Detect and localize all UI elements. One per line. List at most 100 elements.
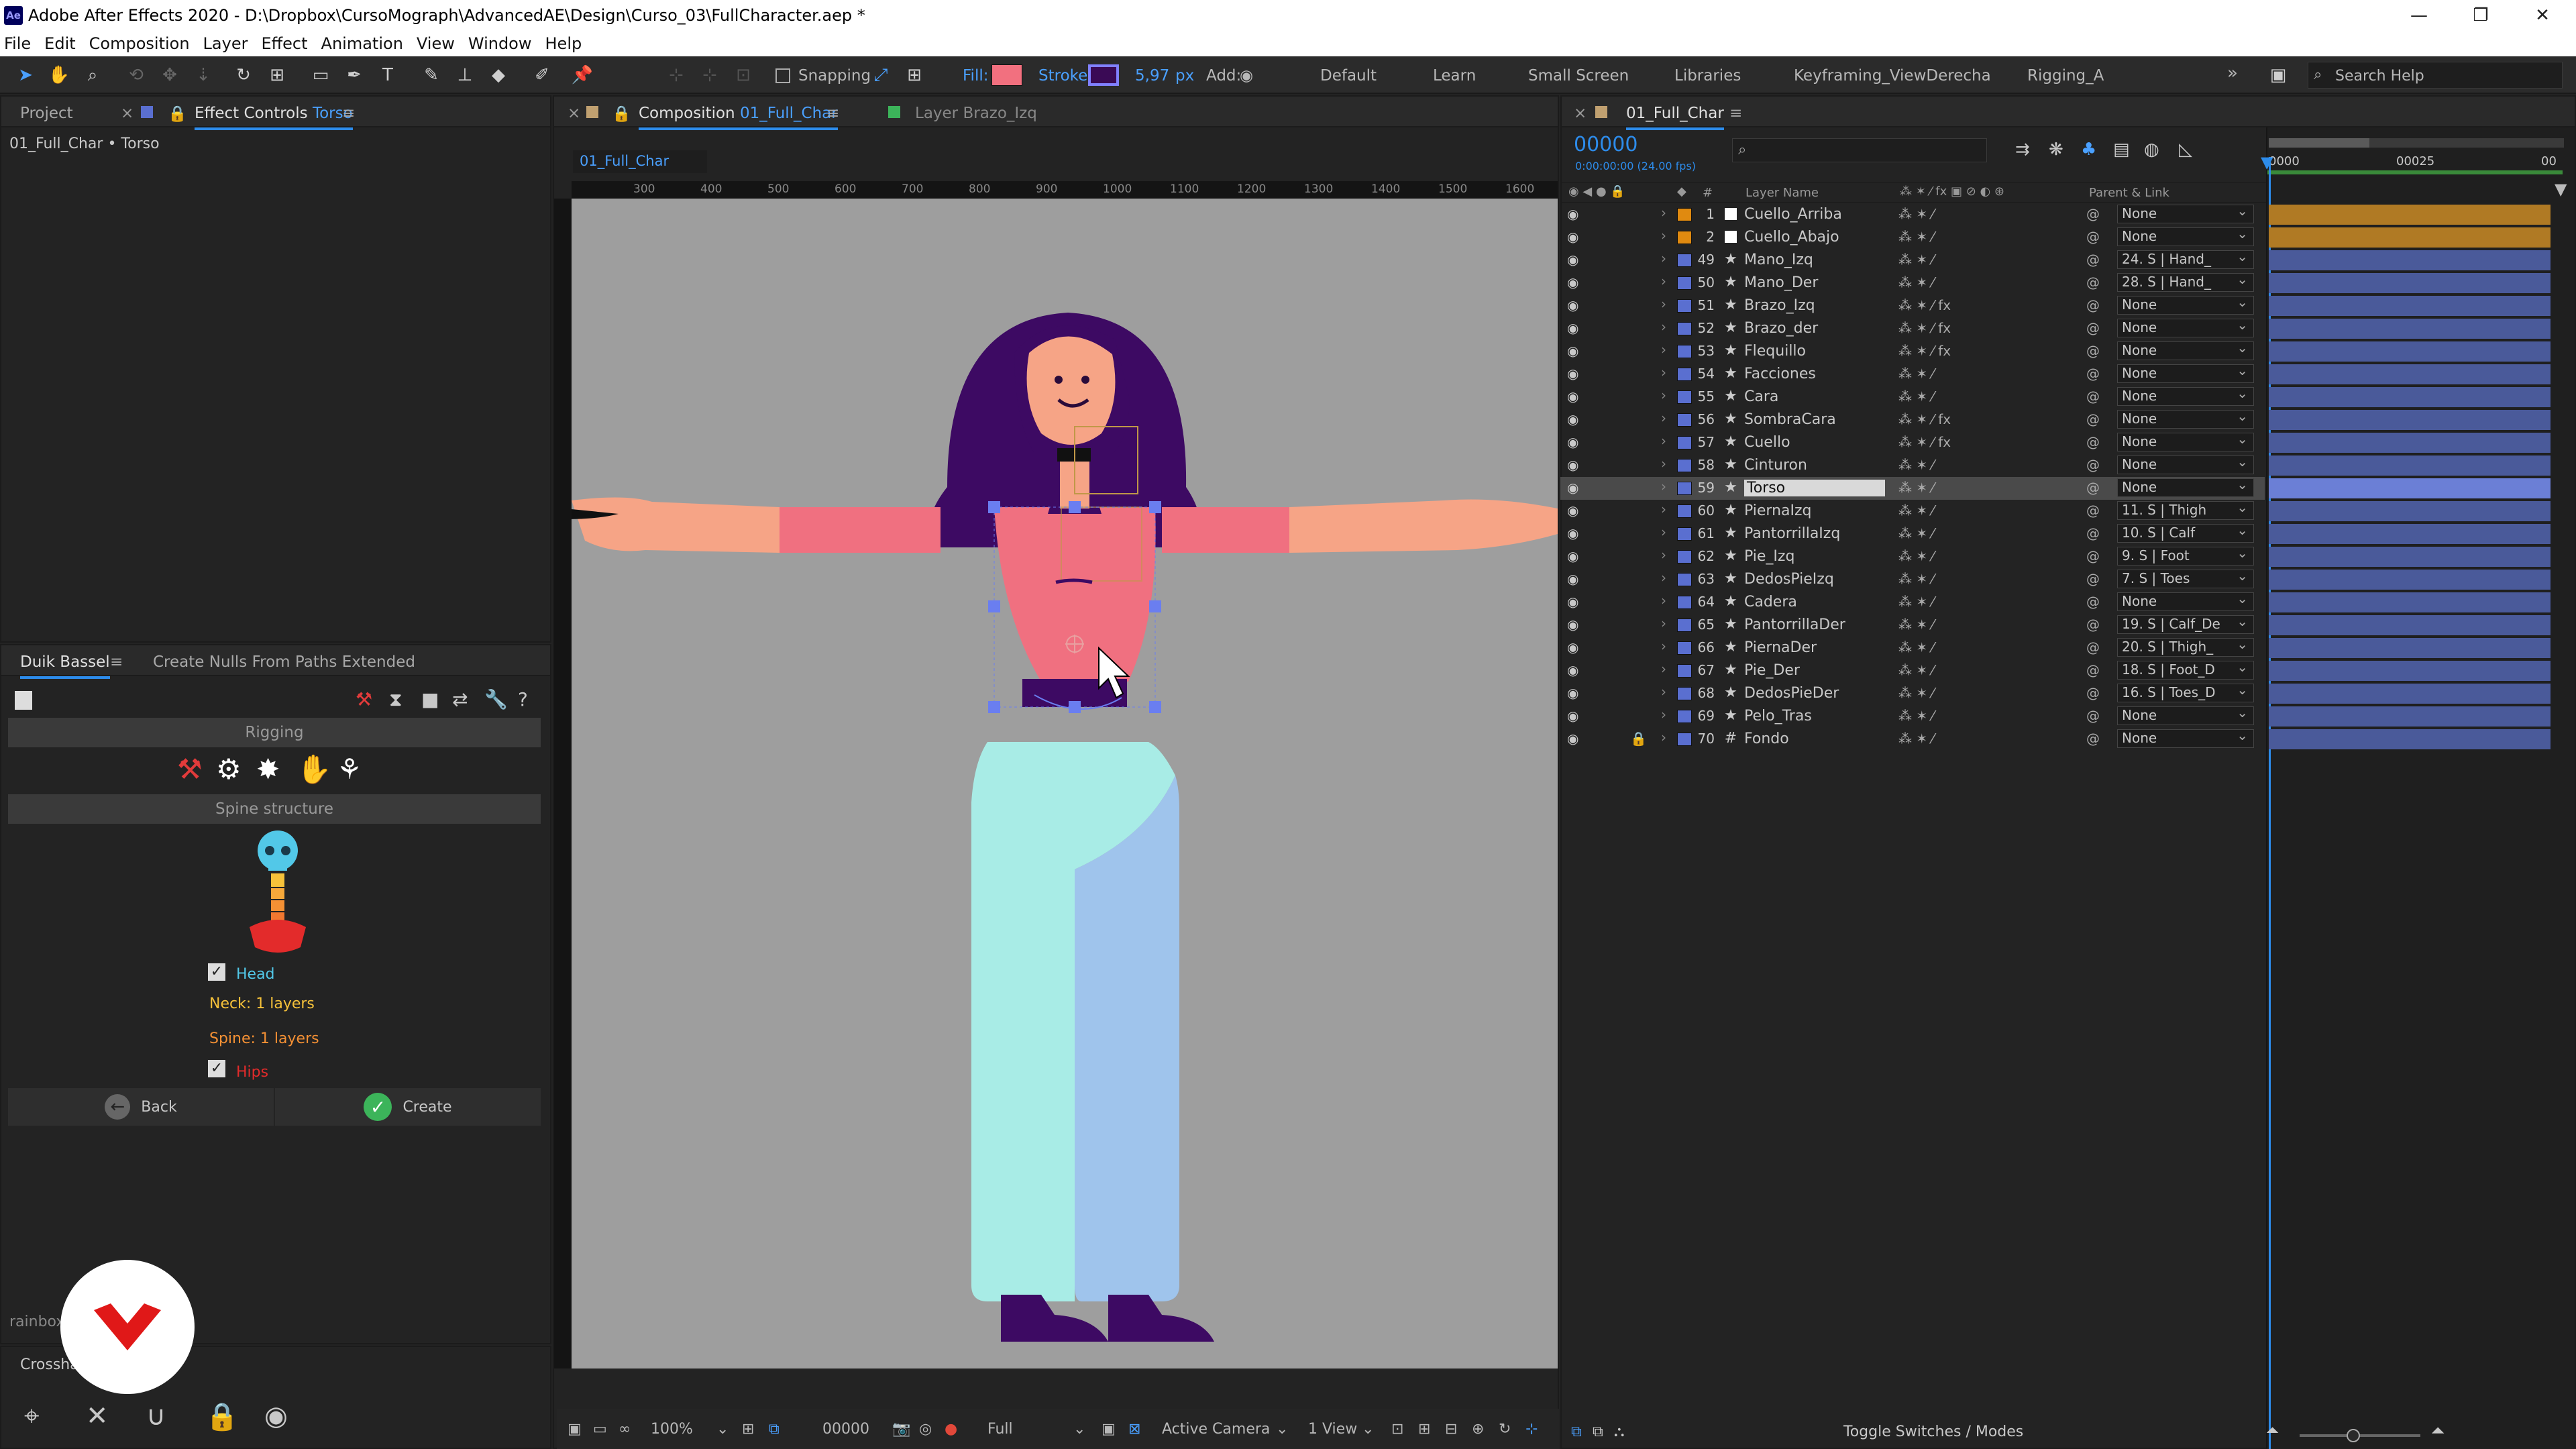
layer-name[interactable]: DedosPieDer xyxy=(1744,685,1885,702)
composition-mini-flowchart-icon[interactable]: ⇉ xyxy=(2015,140,2030,160)
layer-switches-icon[interactable]: ⁂ ✶ ⁄ xyxy=(1898,708,1934,724)
layer-switches-icon[interactable]: ⁂ ✶ ⁄ xyxy=(1898,229,1934,245)
exposure-icon[interactable]: ⊹ xyxy=(1525,1421,1538,1438)
menu-view[interactable]: View xyxy=(417,34,455,53)
tab-duik-bassel[interactable]: Duik Bassel xyxy=(20,653,110,679)
close-tab-icon[interactable]: × xyxy=(568,105,580,122)
constraint-icon[interactable]: ⧗ xyxy=(389,688,402,711)
timeline-layer-row[interactable]: ◉ › 55 ★ Cara ⁂ ✶ ⁄ @ None xyxy=(1560,386,2265,409)
parent-dropdown[interactable]: None xyxy=(2117,410,2254,429)
menu-animation[interactable]: Animation xyxy=(321,34,403,53)
rainbox-tab[interactable]: rainbox xyxy=(9,1313,64,1330)
layer-name[interactable]: PiernaIzq xyxy=(1744,502,1885,519)
show-snapshot-icon[interactable]: ◎ xyxy=(919,1421,932,1438)
stroke-width-value[interactable]: 5,97 xyxy=(1135,67,1169,85)
layer-duration-bar[interactable] xyxy=(2269,570,2551,590)
parent-dropdown[interactable]: None xyxy=(2117,205,2254,223)
layer-name[interactable]: PiernaDer xyxy=(1744,639,1885,656)
panel-menu-icon[interactable]: ≡ xyxy=(342,105,355,122)
layer-name[interactable]: Torso xyxy=(1744,480,1885,496)
zoom-slider-thumb[interactable] xyxy=(2347,1429,2360,1442)
layer-duration-bar[interactable] xyxy=(2269,638,2551,658)
pan-tool-icon[interactable]: ✥ xyxy=(158,63,182,87)
menu-help[interactable]: Help xyxy=(545,34,582,53)
zoom-tool-icon[interactable]: ⌕ xyxy=(80,63,105,87)
timeline-layer-row[interactable]: ◉ › 51 ★ Brazo_Izq ⁂ ✶ ⁄ fx @ None xyxy=(1560,294,2265,317)
swap-icon[interactable]: ⇄ xyxy=(452,688,468,710)
visibility-eye-icon[interactable]: ◉ xyxy=(1567,502,1578,519)
layer-duration-bar[interactable] xyxy=(2269,296,2551,316)
visibility-eye-icon[interactable]: ◉ xyxy=(1567,639,1578,655)
create-button[interactable]: ✓ Create xyxy=(275,1088,541,1126)
parent-pick-whip-icon[interactable]: @ xyxy=(2086,388,2100,405)
timeline-layer-row[interactable]: ◉ › 67 ★ Pie_Der ⁂ ✶ ⁄ @18. S | Foot_D xyxy=(1560,659,2265,682)
timeline-layer-row[interactable]: ◉ › 56 ★ SombraCara ⁂ ✶ ⁄ fx @ None xyxy=(1560,409,2265,431)
current-timecode[interactable]: 00000 xyxy=(822,1421,869,1438)
tab-timeline-comp[interactable]: 01_Full_Char xyxy=(1626,105,1724,130)
stroke-color-swatch[interactable] xyxy=(1088,64,1119,86)
pen-tool-icon[interactable]: ✒ xyxy=(342,63,366,87)
layer-duration-bar[interactable] xyxy=(2269,592,2551,612)
camera-icon[interactable]: ■ xyxy=(421,688,439,710)
layer-name[interactable]: Cadera xyxy=(1744,594,1885,610)
visibility-eye-icon[interactable]: ◉ xyxy=(1567,229,1578,245)
shy-layers-icon[interactable]: ♣ xyxy=(2081,140,2096,160)
layer-switches-icon[interactable]: ⁂ ✶ ⁄ fx xyxy=(1898,297,1951,313)
lock-icon[interactable]: 🔒 xyxy=(1630,731,1647,747)
visibility-eye-icon[interactable]: ◉ xyxy=(1567,616,1578,633)
layer-switches-icon[interactable]: ⁂ ✶ ⁄ xyxy=(1898,616,1934,633)
layer-switches-icon[interactable]: ⁂ ✶ ⁄ xyxy=(1898,685,1934,701)
layer-switches-icon[interactable]: ⁂ ✶ ⁄ xyxy=(1898,731,1934,747)
layer-duration-bar[interactable] xyxy=(2269,684,2551,704)
type-tool-icon[interactable]: T xyxy=(376,63,400,87)
visibility-eye-icon[interactable]: ◉ xyxy=(1567,366,1578,382)
layer-switches-icon[interactable]: ⁂ ✶ ⁄ xyxy=(1898,571,1934,587)
dolly-tool-icon[interactable]: ⇣ xyxy=(191,63,215,87)
layer-switches-icon[interactable]: ⁂ ✶ ⁄ xyxy=(1898,206,1934,222)
parent-pick-whip-icon[interactable]: @ xyxy=(2086,594,2100,610)
workspace-overflow-icon[interactable]: » xyxy=(2227,63,2238,83)
timeline-layer-row[interactable]: ◉ › 68 ★ DedosPieDer ⁂ ✶ ⁄ @16. S | Toes_D xyxy=(1560,682,2265,705)
in-out-pane-icon[interactable]: ⛬ xyxy=(1614,1424,1624,1440)
layer-name[interactable]: Cuello_Arriba xyxy=(1744,206,1885,223)
toggle-grid-icon[interactable]: ⊠ xyxy=(1128,1421,1140,1438)
parent-pick-whip-icon[interactable]: @ xyxy=(2086,297,2100,313)
help-icon[interactable]: ? xyxy=(518,688,528,710)
layer-switches-icon[interactable]: ⁂ ✶ ⁄ xyxy=(1898,525,1934,541)
layer-name[interactable]: Pelo_Tras xyxy=(1744,708,1885,724)
parent-pick-whip-icon[interactable]: @ xyxy=(2086,252,2100,268)
parent-dropdown[interactable]: 16. S | Toes_D xyxy=(2117,684,2254,702)
layer-duration-bar[interactable] xyxy=(2269,273,2551,293)
parent-dropdown[interactable]: None xyxy=(2117,455,2254,474)
minimize-icon[interactable]: — xyxy=(2388,0,2450,31)
parent-pick-whip-icon[interactable]: @ xyxy=(2086,206,2100,222)
parent-pick-whip-icon[interactable]: @ xyxy=(2086,411,2100,427)
always-preview-icon[interactable]: ▣ xyxy=(568,1421,582,1438)
reset-exposure-icon[interactable]: ⊟ xyxy=(1445,1421,1457,1438)
layer-name[interactable]: Mano_Der xyxy=(1744,274,1885,291)
layer-switches-icon[interactable]: ⁂ ✶ ⁄ fx xyxy=(1898,343,1951,359)
timeline-icon[interactable]: ⊕ xyxy=(1472,1421,1484,1438)
zoom-slider[interactable] xyxy=(2300,1434,2420,1437)
layer-duration-bar[interactable] xyxy=(2269,478,2551,498)
parent-pick-whip-icon[interactable]: @ xyxy=(2086,731,2100,747)
layer-switches-icon[interactable]: ⁂ ✶ ⁄ xyxy=(1898,594,1934,610)
layer-switches-icon[interactable]: ⁂ ✶ ⁄ xyxy=(1898,274,1934,290)
timeline-layer-row[interactable]: ◉ › 50 ★ Mano_Der ⁂ ✶ ⁄ @28. S | Hand_ xyxy=(1560,272,2265,294)
parent-pick-whip-icon[interactable]: @ xyxy=(2086,525,2100,541)
motion-blur-icon[interactable]: ◍ xyxy=(2144,140,2159,160)
tab-layer[interactable]: Layer Brazo_Izq xyxy=(915,105,1037,122)
timeline-timecode[interactable]: 00000 xyxy=(1574,133,1638,156)
visibility-eye-icon[interactable]: ◉ xyxy=(1567,206,1578,222)
parent-dropdown[interactable]: 9. S | Foot xyxy=(2117,547,2254,566)
transparency-grid-icon[interactable]: ⧉ xyxy=(769,1421,780,1438)
region-icon[interactable]: ▭ xyxy=(593,1421,607,1438)
visibility-eye-icon[interactable]: ◉ xyxy=(1567,662,1578,678)
timeline-layer-row[interactable]: ◉ › 58 ★ Cinturon ⁂ ✶ ⁄ @ None xyxy=(1560,454,2265,477)
time-navigator[interactable] xyxy=(2269,138,2564,148)
parent-dropdown[interactable]: 11. S | Thigh xyxy=(2117,501,2254,520)
column-layer-name[interactable]: Layer Name xyxy=(1746,186,1819,200)
hand-tool-icon[interactable]: ✋ xyxy=(47,63,71,87)
timeline-layer-row[interactable]: ◉ 🔒 › 70 # Fondo ⁂ ✶ ⁄ @ None xyxy=(1560,728,2265,751)
layer-name[interactable]: Pie_Der xyxy=(1744,662,1885,679)
